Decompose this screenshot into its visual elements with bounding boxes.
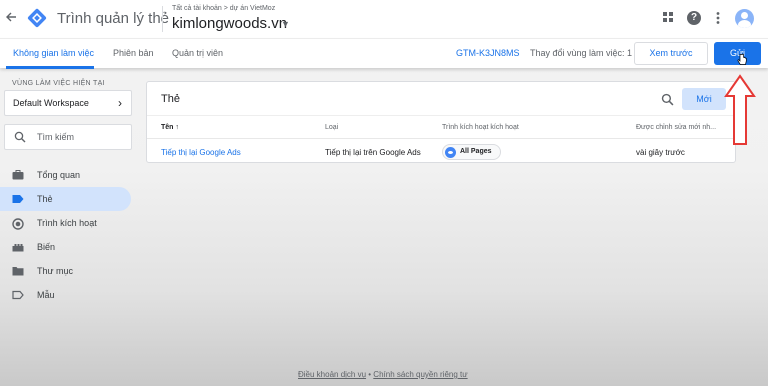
sidebar-item-label: Biến	[37, 242, 56, 252]
red-up-arrow-annotation-icon	[724, 74, 756, 145]
search-icon[interactable]	[661, 93, 674, 106]
tags-card: Thẻ Mới Tên ↑ Loại Trình kích hoạt kích …	[146, 81, 736, 163]
search-placeholder: Tìm kiếm	[37, 132, 74, 142]
sidebar-item-label: Thẻ	[37, 194, 53, 204]
trigger-chip-label: All Pages	[460, 148, 492, 155]
container-dropdown-icon[interactable]: ▼	[281, 19, 290, 29]
preview-button[interactable]: Xem trước	[634, 42, 708, 65]
workspace-toolbar: Không gian làm việc Phiên bản Quản trị v…	[0, 38, 768, 69]
briefcase-icon	[12, 170, 24, 180]
tag-icon	[12, 194, 24, 204]
breadcrumb[interactable]: Tất cả tài khoản > dự án VietMoz	[172, 5, 275, 12]
column-header-trigger[interactable]: Trình kích hoạt kích hoạt	[442, 124, 519, 131]
card-divider	[147, 115, 735, 116]
tab-versions[interactable]: Phiên bản	[113, 48, 154, 58]
workspace-changes-count: Thay đổi vùng làm việc: 1	[530, 48, 633, 58]
container-name[interactable]: kimlongwoods.vn	[172, 15, 287, 32]
footer: Điều khoản dịch vụ • Chính sách quyền ri…	[298, 370, 468, 379]
sidebar-item-tags[interactable]: Thẻ	[0, 187, 131, 211]
sidebar-item-triggers[interactable]: Trình kích hoạt	[0, 211, 131, 235]
variables-icon	[12, 242, 24, 252]
column-header-type[interactable]: Loại	[325, 124, 338, 131]
sidebar-item-overview[interactable]: Tổng quan	[0, 163, 131, 187]
tab-admin[interactable]: Quản trị viên	[172, 48, 223, 58]
tag-manager-logo-icon	[27, 8, 47, 28]
chevron-right-icon: ›	[118, 96, 122, 110]
column-header-last-edited[interactable]: Được chỉnh sửa mới nh...	[636, 124, 716, 131]
folder-icon	[12, 266, 24, 276]
tag-name-link[interactable]: Tiếp thị lại Google Ads	[161, 148, 241, 157]
sidebar-item-label: Mẫu	[37, 290, 55, 300]
header-divider	[147, 138, 735, 139]
new-tag-button[interactable]: Mới	[682, 88, 726, 110]
sidebar-search[interactable]: Tìm kiếm	[4, 124, 132, 150]
more-vert-icon[interactable]	[711, 11, 725, 25]
back-arrow-icon[interactable]	[5, 10, 19, 26]
sidebar-item-label: Tổng quan	[37, 170, 81, 180]
header-divider	[162, 6, 163, 32]
card-title: Thẻ	[161, 93, 180, 105]
current-workspace-label: VÙNG LÀM VIỆC HIỆN TẠI	[12, 80, 105, 87]
top-bar: Trình quản lý thẻ Tất cả tài khoản > dự …	[0, 0, 768, 38]
apps-grid-icon[interactable]	[661, 11, 675, 25]
sidebar-item-templates[interactable]: Mẫu	[0, 283, 131, 307]
sidebar-item-variables[interactable]: Biến	[0, 235, 131, 259]
workspace-selector[interactable]: Default Workspace ›	[4, 90, 132, 116]
sidebar-item-folders[interactable]: Thư mục	[0, 259, 131, 283]
sidebar-item-label: Trình kích hoạt	[37, 218, 97, 228]
eye-icon	[445, 147, 456, 158]
template-icon	[12, 290, 24, 300]
hand-cursor-icon	[737, 53, 747, 66]
tab-workspace[interactable]: Không gian làm việc	[13, 48, 94, 58]
container-id[interactable]: GTM-K3JN8MS	[456, 48, 520, 58]
column-header-name[interactable]: Tên ↑	[161, 124, 179, 131]
app-title: Trình quản lý thẻ	[57, 10, 170, 27]
terms-link[interactable]: Điều khoản dịch vụ	[298, 370, 366, 379]
active-tab-indicator	[6, 66, 94, 69]
workspace-name: Default Workspace	[13, 98, 89, 108]
trigger-chip[interactable]: All Pages	[442, 144, 501, 160]
account-avatar[interactable]	[735, 9, 754, 28]
help-icon[interactable]: ?	[687, 11, 701, 25]
privacy-link[interactable]: Chính sách quyền riêng tư	[373, 370, 467, 379]
last-edited: vài giây trước	[636, 148, 685, 157]
sidebar-item-label: Thư mục	[37, 266, 74, 276]
trigger-icon	[12, 218, 24, 230]
search-icon	[14, 131, 26, 143]
tag-type: Tiếp thị lại trên Google Ads	[325, 148, 421, 157]
